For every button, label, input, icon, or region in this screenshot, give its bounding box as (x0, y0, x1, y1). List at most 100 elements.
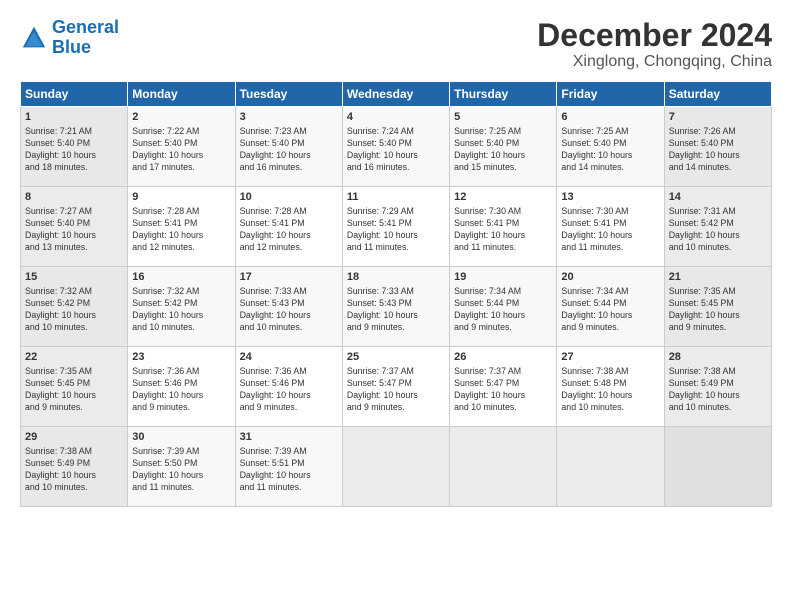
col-thursday: Thursday (450, 82, 557, 107)
col-wednesday: Wednesday (342, 82, 449, 107)
table-row: 7Sunrise: 7:26 AMSunset: 5:40 PMDaylight… (664, 107, 771, 187)
calendar-week-row: 1Sunrise: 7:21 AMSunset: 5:40 PMDaylight… (21, 107, 772, 187)
day-number: 3 (240, 110, 338, 125)
table-row: 4Sunrise: 7:24 AMSunset: 5:40 PMDaylight… (342, 107, 449, 187)
table-row: 12Sunrise: 7:30 AMSunset: 5:41 PMDayligh… (450, 187, 557, 267)
day-info: Sunrise: 7:24 AMSunset: 5:40 PMDaylight:… (347, 126, 445, 174)
day-number: 27 (561, 350, 659, 365)
day-number: 9 (132, 190, 230, 205)
day-info: Sunrise: 7:38 AMSunset: 5:49 PMDaylight:… (669, 366, 767, 414)
calendar-header: Sunday Monday Tuesday Wednesday Thursday… (21, 82, 772, 107)
day-number: 20 (561, 270, 659, 285)
logo-general: General (52, 17, 119, 37)
table-row: 25Sunrise: 7:37 AMSunset: 5:47 PMDayligh… (342, 347, 449, 427)
day-info: Sunrise: 7:37 AMSunset: 5:47 PMDaylight:… (347, 366, 445, 414)
day-number: 16 (132, 270, 230, 285)
day-number: 25 (347, 350, 445, 365)
col-sunday: Sunday (21, 82, 128, 107)
main-title: December 2024 (537, 18, 772, 53)
col-tuesday: Tuesday (235, 82, 342, 107)
table-row: 29Sunrise: 7:38 AMSunset: 5:49 PMDayligh… (21, 427, 128, 507)
day-number: 29 (25, 430, 123, 445)
day-number: 31 (240, 430, 338, 445)
day-number: 28 (669, 350, 767, 365)
table-row: 11Sunrise: 7:29 AMSunset: 5:41 PMDayligh… (342, 187, 449, 267)
table-row: 19Sunrise: 7:34 AMSunset: 5:44 PMDayligh… (450, 267, 557, 347)
table-row: 18Sunrise: 7:33 AMSunset: 5:43 PMDayligh… (342, 267, 449, 347)
day-info: Sunrise: 7:32 AMSunset: 5:42 PMDaylight:… (25, 286, 123, 334)
col-friday: Friday (557, 82, 664, 107)
day-number: 2 (132, 110, 230, 125)
day-number: 1 (25, 110, 123, 125)
day-number: 5 (454, 110, 552, 125)
day-info: Sunrise: 7:30 AMSunset: 5:41 PMDaylight:… (454, 206, 552, 254)
table-row: 8Sunrise: 7:27 AMSunset: 5:40 PMDaylight… (21, 187, 128, 267)
day-info: Sunrise: 7:33 AMSunset: 5:43 PMDaylight:… (347, 286, 445, 334)
day-info: Sunrise: 7:25 AMSunset: 5:40 PMDaylight:… (561, 126, 659, 174)
table-row: 17Sunrise: 7:33 AMSunset: 5:43 PMDayligh… (235, 267, 342, 347)
day-info: Sunrise: 7:28 AMSunset: 5:41 PMDaylight:… (132, 206, 230, 254)
table-row (557, 427, 664, 507)
day-number: 6 (561, 110, 659, 125)
table-row: 1Sunrise: 7:21 AMSunset: 5:40 PMDaylight… (21, 107, 128, 187)
day-number: 14 (669, 190, 767, 205)
header: General Blue December 2024 Xinglong, Cho… (20, 18, 772, 71)
table-row: 26Sunrise: 7:37 AMSunset: 5:47 PMDayligh… (450, 347, 557, 427)
logo-blue: Blue (52, 37, 91, 57)
day-info: Sunrise: 7:36 AMSunset: 5:46 PMDaylight:… (240, 366, 338, 414)
table-row: 21Sunrise: 7:35 AMSunset: 5:45 PMDayligh… (664, 267, 771, 347)
day-info: Sunrise: 7:22 AMSunset: 5:40 PMDaylight:… (132, 126, 230, 174)
table-row: 22Sunrise: 7:35 AMSunset: 5:45 PMDayligh… (21, 347, 128, 427)
sub-title: Xinglong, Chongqing, China (537, 53, 772, 71)
day-info: Sunrise: 7:38 AMSunset: 5:48 PMDaylight:… (561, 366, 659, 414)
day-number: 7 (669, 110, 767, 125)
table-row: 3Sunrise: 7:23 AMSunset: 5:40 PMDaylight… (235, 107, 342, 187)
calendar-week-row: 15Sunrise: 7:32 AMSunset: 5:42 PMDayligh… (21, 267, 772, 347)
table-row: 20Sunrise: 7:34 AMSunset: 5:44 PMDayligh… (557, 267, 664, 347)
table-row (664, 427, 771, 507)
day-info: Sunrise: 7:34 AMSunset: 5:44 PMDaylight:… (561, 286, 659, 334)
day-number: 11 (347, 190, 445, 205)
table-row: 24Sunrise: 7:36 AMSunset: 5:46 PMDayligh… (235, 347, 342, 427)
day-info: Sunrise: 7:33 AMSunset: 5:43 PMDaylight:… (240, 286, 338, 334)
table-row: 2Sunrise: 7:22 AMSunset: 5:40 PMDaylight… (128, 107, 235, 187)
day-info: Sunrise: 7:29 AMSunset: 5:41 PMDaylight:… (347, 206, 445, 254)
logo-icon (20, 24, 48, 52)
day-info: Sunrise: 7:30 AMSunset: 5:41 PMDaylight:… (561, 206, 659, 254)
table-row: 30Sunrise: 7:39 AMSunset: 5:50 PMDayligh… (128, 427, 235, 507)
day-number: 30 (132, 430, 230, 445)
table-row (342, 427, 449, 507)
day-info: Sunrise: 7:28 AMSunset: 5:41 PMDaylight:… (240, 206, 338, 254)
day-info: Sunrise: 7:21 AMSunset: 5:40 PMDaylight:… (25, 126, 123, 174)
logo: General Blue (20, 18, 119, 58)
day-number: 22 (25, 350, 123, 365)
day-info: Sunrise: 7:34 AMSunset: 5:44 PMDaylight:… (454, 286, 552, 334)
day-info: Sunrise: 7:25 AMSunset: 5:40 PMDaylight:… (454, 126, 552, 174)
weekday-header-row: Sunday Monday Tuesday Wednesday Thursday… (21, 82, 772, 107)
table-row: 27Sunrise: 7:38 AMSunset: 5:48 PMDayligh… (557, 347, 664, 427)
day-info: Sunrise: 7:31 AMSunset: 5:42 PMDaylight:… (669, 206, 767, 254)
calendar-week-row: 22Sunrise: 7:35 AMSunset: 5:45 PMDayligh… (21, 347, 772, 427)
table-row: 14Sunrise: 7:31 AMSunset: 5:42 PMDayligh… (664, 187, 771, 267)
day-number: 8 (25, 190, 123, 205)
col-saturday: Saturday (664, 82, 771, 107)
day-number: 17 (240, 270, 338, 285)
day-number: 23 (132, 350, 230, 365)
calendar-week-row: 29Sunrise: 7:38 AMSunset: 5:49 PMDayligh… (21, 427, 772, 507)
day-number: 24 (240, 350, 338, 365)
logo-text: General Blue (52, 18, 119, 58)
day-info: Sunrise: 7:36 AMSunset: 5:46 PMDaylight:… (132, 366, 230, 414)
table-row: 31Sunrise: 7:39 AMSunset: 5:51 PMDayligh… (235, 427, 342, 507)
day-info: Sunrise: 7:37 AMSunset: 5:47 PMDaylight:… (454, 366, 552, 414)
day-number: 4 (347, 110, 445, 125)
day-info: Sunrise: 7:39 AMSunset: 5:51 PMDaylight:… (240, 446, 338, 494)
day-number: 18 (347, 270, 445, 285)
title-block: December 2024 Xinglong, Chongqing, China (537, 18, 772, 71)
table-row: 15Sunrise: 7:32 AMSunset: 5:42 PMDayligh… (21, 267, 128, 347)
day-info: Sunrise: 7:35 AMSunset: 5:45 PMDaylight:… (669, 286, 767, 334)
day-number: 12 (454, 190, 552, 205)
day-number: 13 (561, 190, 659, 205)
table-row: 6Sunrise: 7:25 AMSunset: 5:40 PMDaylight… (557, 107, 664, 187)
day-number: 15 (25, 270, 123, 285)
day-info: Sunrise: 7:27 AMSunset: 5:40 PMDaylight:… (25, 206, 123, 254)
